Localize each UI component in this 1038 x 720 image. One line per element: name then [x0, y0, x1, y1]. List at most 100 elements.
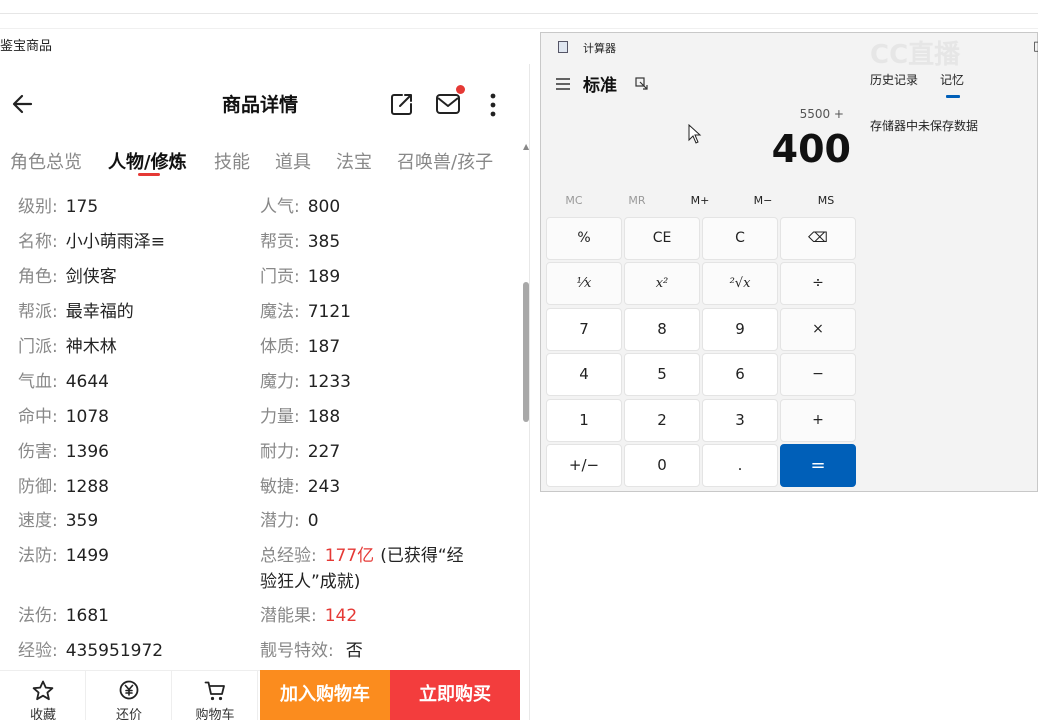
favorite-button[interactable]: 收藏 — [0, 671, 86, 720]
digit-2-button[interactable]: 2 — [624, 399, 700, 442]
attr-value: 最幸福的 — [65, 302, 134, 322]
screen: 鉴宝商品 商品详情 角色总览 人物/修炼 技能 道具 法宝 召唤兽/孩子 级别:… — [0, 0, 1038, 720]
tab-treasure[interactable]: 法宝 — [336, 148, 372, 174]
attr-value: 187 — [307, 337, 341, 357]
tab-items[interactable]: 道具 — [275, 148, 311, 174]
attr-row: 法伤: 1681 — [18, 601, 109, 626]
attr-row: 速度: 359 — [18, 506, 98, 531]
clear-entry-button[interactable]: CE — [624, 217, 700, 260]
clear-button[interactable]: C — [702, 217, 778, 260]
digit-4-button[interactable]: 4 — [546, 353, 622, 396]
bargain-button[interactable]: 还价 — [86, 671, 172, 720]
backspace-icon[interactable]: ⌫ — [780, 217, 856, 260]
scrollbar-thumb[interactable] — [523, 282, 529, 422]
attr-row: 法防: 1499 — [18, 541, 109, 566]
attr-row: 敏捷: 243 — [260, 472, 340, 497]
percent-button[interactable]: % — [546, 217, 622, 260]
digit-6-button[interactable]: 6 — [702, 353, 778, 396]
digit-3-button[interactable]: 3 — [702, 399, 778, 442]
digit-1-button[interactable]: 1 — [546, 399, 622, 442]
divide-button[interactable]: ÷ — [780, 262, 856, 305]
attr-value: 7121 — [307, 302, 351, 322]
subtract-button[interactable]: − — [780, 353, 856, 396]
more-vertical-icon[interactable] — [484, 92, 502, 118]
notification-dot — [456, 85, 465, 94]
memory-store-button[interactable]: MS — [796, 194, 856, 207]
mouse-cursor-icon — [688, 123, 702, 148]
add-to-cart-button[interactable]: 加入购物车 — [260, 670, 390, 720]
square-button[interactable]: x² — [624, 262, 700, 305]
scroll-up-arrow-icon[interactable]: ▲ — [523, 142, 529, 151]
attr-row: 潜能果: 142 — [260, 601, 357, 626]
cart-button[interactable]: 购物车 — [172, 671, 258, 720]
equals-button[interactable]: = — [780, 444, 856, 487]
memory-add-button[interactable]: M+ — [670, 194, 730, 207]
attr-row: 门贡: 189 — [260, 262, 340, 287]
attr-label: 潜力: — [260, 511, 300, 531]
attr-value: 142 — [324, 606, 358, 626]
negate-button[interactable]: +/− — [546, 444, 622, 487]
attr-row: 命中: 1078 — [18, 402, 109, 427]
share-icon[interactable] — [389, 91, 415, 117]
cart-label: 购物车 — [195, 708, 235, 720]
attr-label: 速度: — [18, 511, 58, 531]
add-button[interactable]: + — [780, 399, 856, 442]
result-display: 400 — [771, 127, 851, 171]
attr-row: 耐力: 227 — [260, 437, 340, 462]
attr-label: 帮派: — [18, 302, 58, 322]
digit-7-button[interactable]: 7 — [546, 308, 622, 351]
divider — [0, 28, 1038, 29]
attr-value: 否 — [345, 641, 363, 661]
tab-overview[interactable]: 角色总览 — [10, 148, 82, 174]
multiply-button[interactable]: × — [780, 308, 856, 351]
tab-character[interactable]: 人物/修炼 — [108, 148, 187, 174]
star-icon — [32, 680, 54, 701]
attr-label: 气血: — [18, 372, 58, 392]
buy-now-button[interactable]: 立即购买 — [390, 670, 520, 720]
attr-value: 1499 — [65, 546, 109, 566]
attr-row: 魔法: 7121 — [260, 297, 351, 322]
attr-value: 神木林 — [65, 337, 117, 357]
digit-9-button[interactable]: 9 — [702, 308, 778, 351]
keep-on-top-icon[interactable] — [635, 75, 648, 90]
attr-value: 1078 — [65, 407, 109, 427]
memory-subtract-button[interactable]: M− — [733, 194, 793, 207]
attr-row: 伤害: 1396 — [18, 437, 109, 462]
attr-row: 角色: 剑侠客 — [18, 262, 117, 287]
digit-5-button[interactable]: 5 — [624, 353, 700, 396]
digit-8-button[interactable]: 8 — [624, 308, 700, 351]
mail-icon[interactable] — [434, 91, 464, 117]
yen-coin-icon — [119, 680, 139, 700]
attr-value: 800 — [307, 197, 341, 217]
tab-skills[interactable]: 技能 — [214, 148, 250, 174]
attr-value: 0 — [307, 511, 319, 531]
reciprocal-button[interactable]: ⅟x — [546, 262, 622, 305]
attr-label: 敏捷: — [260, 477, 300, 497]
attr-value: 243 — [307, 477, 341, 497]
page-tab-title: 鉴宝商品 — [0, 39, 53, 54]
attr-label: 人气: — [260, 197, 300, 217]
attr-row: 力量: 188 — [260, 402, 340, 427]
attr-value: 4644 — [65, 372, 109, 392]
square-root-button[interactable]: ²√x — [702, 262, 778, 305]
window-control-icon[interactable]: ▯ — [1033, 39, 1038, 54]
attr-value: 1681 — [65, 606, 109, 626]
decimal-button[interactable]: . — [702, 444, 778, 487]
tab-summons[interactable]: 召唤兽/孩子 — [397, 148, 493, 174]
memory-clear-button[interactable]: MC — [544, 194, 604, 207]
hamburger-menu-icon[interactable] — [556, 75, 570, 90]
attr-label: 法防: — [18, 546, 58, 566]
mode-title: 标准 — [583, 76, 617, 96]
attr-value: 1396 — [65, 442, 109, 462]
digit-0-button[interactable]: 0 — [624, 444, 700, 487]
attr-row: 防御: 1288 — [18, 472, 109, 497]
browser-top-strip — [0, 0, 1038, 14]
shopping-cart-icon — [204, 681, 225, 701]
memory-recall-button[interactable]: MR — [607, 194, 667, 207]
attr-label: 魔法: — [260, 302, 300, 322]
attr-row: 帮派: 最幸福的 — [18, 297, 134, 322]
calculator-icon — [558, 41, 568, 53]
attr-label: 门派: — [18, 337, 58, 357]
attr-note: 验狂人”成就) — [260, 572, 361, 592]
attr-label: 潜能果: — [260, 606, 317, 626]
